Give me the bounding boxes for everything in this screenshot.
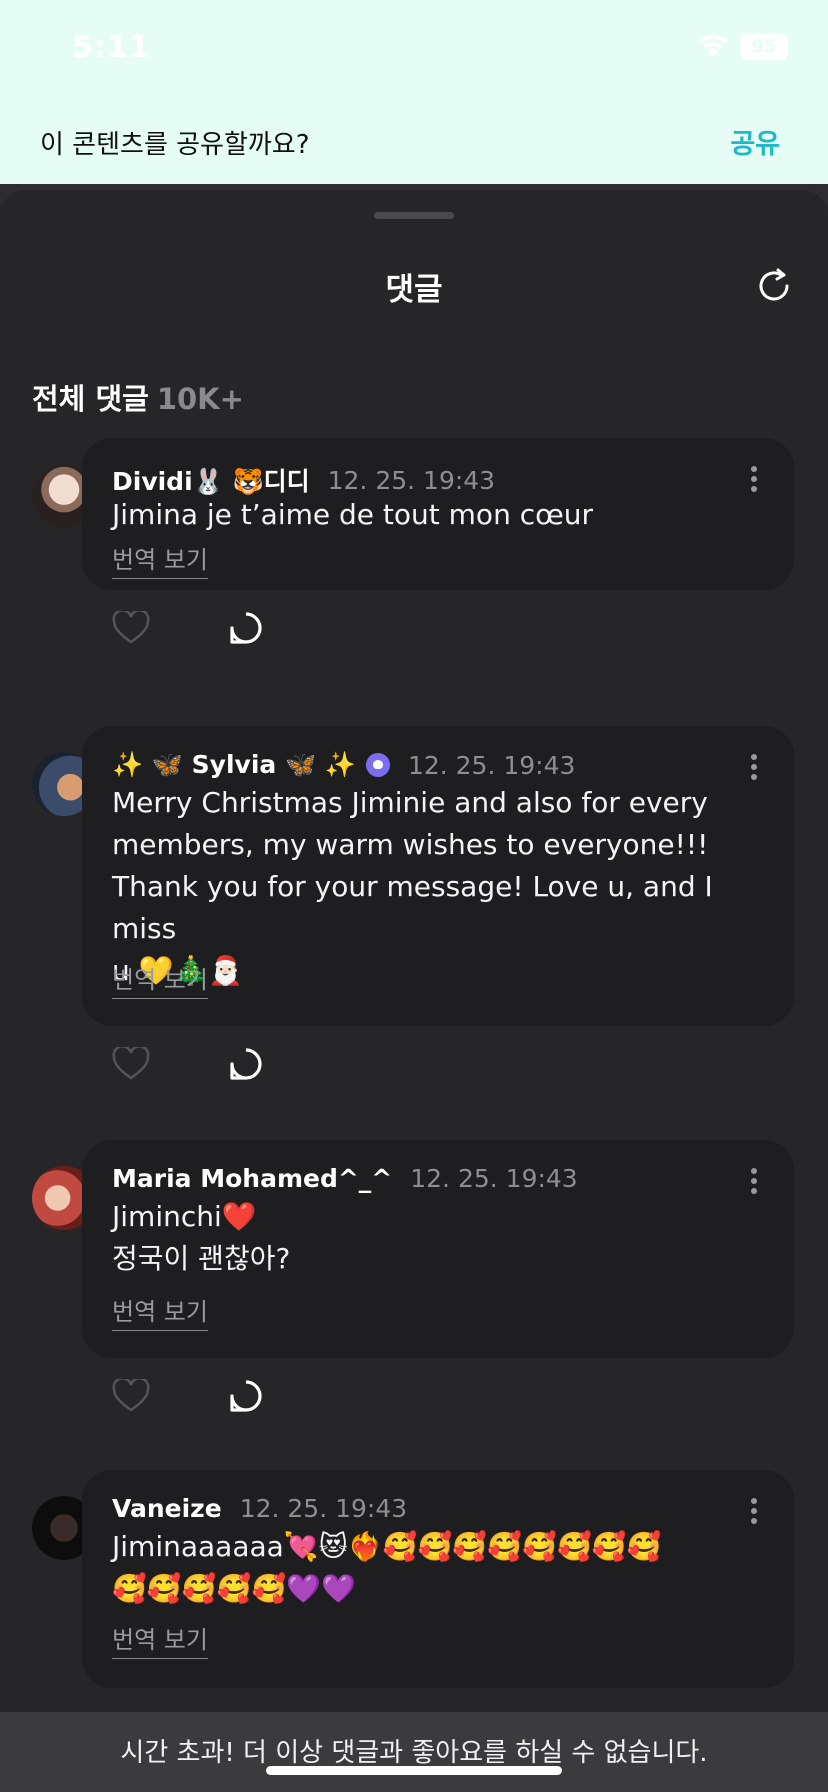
comment-bubble: Maria Mohamed^_^ 12. 25. 19:43 Jiminchi❤… bbox=[82, 1140, 794, 1358]
comment-time: 12. 25. 19:43 bbox=[239, 1494, 408, 1523]
share-banner: 5:11 95 이 콘텐츠를 공유할까요? 공유 bbox=[0, 0, 828, 184]
more-options-icon[interactable] bbox=[750, 754, 758, 784]
comment-author[interactable]: Dividi🐰 🐯디디 bbox=[112, 462, 310, 498]
translate-link[interactable]: 번역 보기 bbox=[112, 540, 208, 579]
wifi-icon bbox=[698, 35, 728, 59]
sheet-title: 댓글 bbox=[385, 272, 443, 308]
status-icons: 95 bbox=[698, 34, 788, 60]
comment-time: 12. 25. 19:43 bbox=[410, 1164, 578, 1193]
like-heart-icon[interactable] bbox=[112, 1377, 150, 1417]
more-options-icon[interactable] bbox=[750, 1498, 758, 1528]
comment-text: Jiminaaaaaa💘😻❤️‍🔥🥰🥰🥰🥰🥰🥰🥰🥰 🥰🥰🥰🥰🥰💜💜 bbox=[112, 1530, 662, 1605]
comment-text: Jimina je t’aime de tout mon cœur bbox=[112, 498, 594, 531]
section-header: 전체 댓글 10K+ bbox=[32, 376, 244, 418]
share-button[interactable]: 공유 bbox=[730, 122, 780, 161]
reply-icon[interactable] bbox=[228, 610, 264, 650]
battery-icon: 95 bbox=[740, 34, 788, 60]
comment-item: ✨ 🦋 Sylvia 🦋 ✨ 12. 25. 19:43 Merry Chris… bbox=[0, 726, 828, 1086]
comment-meta: Maria Mohamed^_^ 12. 25. 19:43 bbox=[112, 1164, 734, 1193]
comment-bubble: ✨ 🦋 Sylvia 🦋 ✨ 12. 25. 19:43 Merry Chris… bbox=[82, 726, 794, 1026]
home-indicator[interactable] bbox=[266, 1766, 562, 1775]
comment-meta: Vaneize 12. 25. 19:43 bbox=[112, 1494, 734, 1523]
translate-link[interactable]: 번역 보기 bbox=[112, 1292, 208, 1331]
comment-actions bbox=[112, 1045, 264, 1086]
comment-item: Vaneize 12. 25. 19:43 Jiminaaaaaa💘😻❤️‍🔥🥰… bbox=[0, 1470, 828, 1690]
refresh-icon[interactable] bbox=[754, 266, 794, 310]
status-time: 5:11 bbox=[72, 30, 151, 65]
comment-meta: Dividi🐰 🐯디디 12. 25. 19:43 bbox=[112, 462, 734, 498]
comment-text: Jiminchi❤️ 정국이 괜찮아? bbox=[112, 1200, 291, 1275]
comment-time: 12. 25. 19:43 bbox=[407, 750, 576, 780]
toast-message: 시간 초과! 더 이상 댓글과 좋아요를 하실 수 없습니다. bbox=[120, 1738, 708, 1768]
comment-bubble: Dividi🐰 🐯디디 12. 25. 19:43 Jimina je t’ai… bbox=[82, 438, 794, 590]
verified-badge-icon bbox=[365, 753, 390, 777]
comment-text: Merry Christmas Jiminie and also for eve… bbox=[112, 786, 713, 987]
more-options-icon[interactable] bbox=[750, 466, 758, 496]
translate-link[interactable]: 번역 보기 bbox=[112, 1620, 208, 1659]
sheet-grabber[interactable] bbox=[374, 212, 454, 219]
comment-actions bbox=[112, 609, 264, 650]
comment-author[interactable]: Maria Mohamed^_^ bbox=[112, 1164, 392, 1193]
section-title: 전체 댓글 bbox=[32, 382, 149, 416]
more-options-icon[interactable] bbox=[750, 1168, 758, 1198]
comment-item: Dividi🐰 🐯디디 12. 25. 19:43 Jimina je t’ai… bbox=[0, 438, 828, 668]
comment-item: Maria Mohamed^_^ 12. 25. 19:43 Jiminchi❤… bbox=[0, 1140, 828, 1420]
translate-link[interactable]: 번역 보기 bbox=[112, 960, 208, 999]
comments-sheet: 댓글 전체 댓글 10K+ Dividi🐰 🐯디디 12. 25. 19:43 J… bbox=[0, 190, 828, 1792]
share-prompt: 이 콘텐츠를 공유할까요? bbox=[40, 130, 310, 160]
comment-actions bbox=[112, 1377, 264, 1418]
comment-meta: ✨ 🦋 Sylvia 🦋 ✨ 12. 25. 19:43 bbox=[112, 750, 734, 780]
comment-bubble: Vaneize 12. 25. 19:43 Jiminaaaaaa💘😻❤️‍🔥🥰… bbox=[82, 1470, 794, 1688]
comment-time: 12. 25. 19:43 bbox=[327, 465, 496, 495]
reply-icon[interactable] bbox=[228, 1046, 264, 1086]
comment-author[interactable]: Vaneize bbox=[112, 1494, 222, 1523]
timeout-toast: 시간 초과! 더 이상 댓글과 좋아요를 하실 수 없습니다. bbox=[0, 1712, 828, 1792]
like-heart-icon[interactable] bbox=[112, 609, 150, 649]
reply-icon[interactable] bbox=[228, 1378, 264, 1418]
comment-count: 10K+ bbox=[156, 382, 244, 416]
like-heart-icon[interactable] bbox=[112, 1045, 150, 1085]
comment-author[interactable]: ✨ 🦋 Sylvia 🦋 ✨ bbox=[112, 750, 356, 780]
